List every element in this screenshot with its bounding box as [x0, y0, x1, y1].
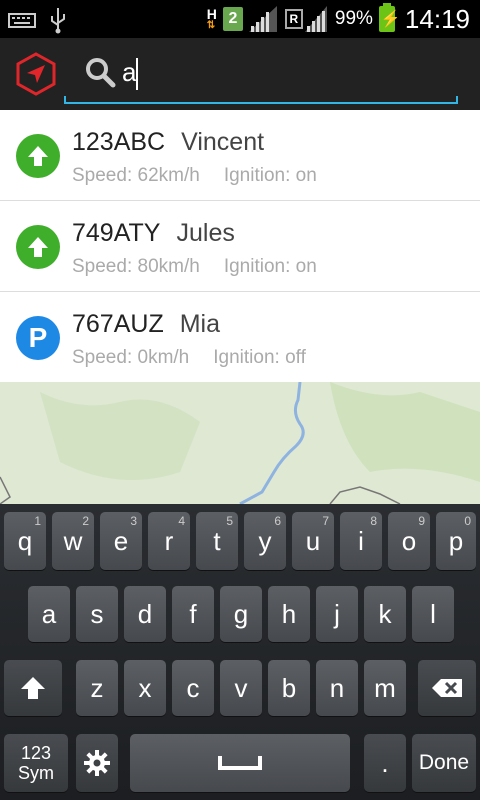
speed-text: Speed: 0km/h: [72, 347, 190, 368]
key-w[interactable]: 2w: [52, 512, 94, 570]
key-n[interactable]: n: [316, 660, 358, 716]
gear-icon: [84, 750, 110, 776]
app-bar: [0, 38, 480, 110]
key-i[interactable]: 8i: [340, 512, 382, 570]
roaming-badge: R: [284, 9, 303, 29]
key-m[interactable]: m: [364, 660, 406, 716]
arrow-up-icon: [16, 134, 60, 178]
list-item[interactable]: P 767AUZ Mia Speed: 0km/h Ignition: off: [0, 292, 480, 383]
ignition-text: Ignition: on: [223, 256, 317, 277]
key-f[interactable]: f: [172, 586, 214, 642]
map-terrain: [0, 382, 480, 504]
data-activity-icon: H ⇅: [206, 6, 217, 31]
done-key[interactable]: Done: [412, 734, 476, 792]
space-key[interactable]: [130, 734, 350, 792]
key-c[interactable]: c: [172, 660, 214, 716]
keyboard-icon: [8, 13, 36, 28]
signal-icon: [248, 6, 277, 32]
list-item[interactable]: 749ATY Jules Speed: 80km/h Ignition: on: [0, 201, 480, 292]
text-cursor: [136, 58, 138, 90]
usb-icon: [51, 8, 65, 34]
ignition-text: Ignition: on: [223, 165, 317, 186]
key-z[interactable]: z: [76, 660, 118, 716]
soft-keyboard: 1q 2w 3e 4r 5t 6y 7u 8i 9o 0p a s d f g …: [0, 504, 480, 800]
key-l[interactable]: l: [412, 586, 454, 642]
search-icon: [86, 58, 116, 88]
key-s[interactable]: s: [76, 586, 118, 642]
backspace-key[interactable]: [418, 660, 476, 716]
search-input[interactable]: [120, 54, 450, 90]
vehicle-title: 767AUZ Mia: [72, 310, 220, 339]
sim-slot-badge: 2: [222, 7, 243, 31]
status-bar-right: H ⇅ 2 R 99% ⚡ 14:19: [207, 0, 470, 38]
key-x[interactable]: x: [124, 660, 166, 716]
key-t[interactable]: 5t: [196, 512, 238, 570]
period-key[interactable]: .: [364, 734, 406, 792]
parking-label: P: [28, 322, 48, 353]
key-q[interactable]: 1q: [4, 512, 46, 570]
key-k[interactable]: k: [364, 586, 406, 642]
key-o[interactable]: 9o: [388, 512, 430, 570]
signal-icon-2: [304, 6, 327, 32]
battery-charging-icon: ⚡: [378, 3, 401, 32]
key-e[interactable]: 3e: [100, 512, 142, 570]
speed-text: Speed: 62km/h: [72, 165, 200, 186]
vehicle-result-list: 123ABC Vincent Speed: 62km/h Ignition: on …: [0, 110, 480, 383]
vehicle-details: Speed: 62km/h Ignition: on: [72, 165, 317, 187]
key-a[interactable]: a: [28, 586, 70, 642]
key-u[interactable]: 7u: [292, 512, 334, 570]
key-h[interactable]: h: [268, 586, 310, 642]
key-d[interactable]: d: [124, 586, 166, 642]
backspace-icon: [432, 679, 462, 697]
plate-number: 123ABC: [72, 128, 166, 156]
speed-text: Speed: 80km/h: [72, 256, 200, 277]
battery-percent: 99%: [334, 8, 373, 29]
shift-key[interactable]: [4, 660, 62, 716]
ignition-text: Ignition: off: [213, 347, 306, 368]
settings-key[interactable]: [76, 734, 118, 792]
plate-number: 749ATY: [72, 219, 161, 247]
status-bar-left: [8, 6, 68, 34]
key-g[interactable]: g: [220, 586, 262, 642]
symbols-key[interactable]: 123 Sym: [4, 734, 68, 792]
key-y[interactable]: 6y: [244, 512, 286, 570]
vehicle-details: Speed: 0km/h Ignition: off: [72, 347, 306, 369]
navigation-arrow-hexagon-logo[interactable]: [14, 52, 58, 96]
driver-name: Vincent: [181, 128, 265, 156]
driver-name: Jules: [176, 219, 235, 247]
key-b[interactable]: b: [268, 660, 310, 716]
key-j[interactable]: j: [316, 586, 358, 642]
key-v[interactable]: v: [220, 660, 262, 716]
map-view[interactable]: [0, 382, 480, 504]
space-icon: [218, 756, 262, 770]
list-item[interactable]: 123ABC Vincent Speed: 62km/h Ignition: on: [0, 110, 480, 201]
shift-icon: [21, 677, 45, 699]
key-r[interactable]: 4r: [148, 512, 190, 570]
clock: 14:19: [404, 3, 470, 34]
search-underline: [64, 96, 458, 104]
vehicle-details: Speed: 80km/h Ignition: on: [72, 256, 317, 278]
key-p[interactable]: 0p: [436, 512, 476, 570]
vehicle-title: 749ATY Jules: [72, 219, 235, 248]
arrow-up-icon: [16, 225, 60, 269]
driver-name: Mia: [179, 310, 221, 338]
status-bar: H ⇅ 2 R 99% ⚡ 14:19: [0, 0, 480, 38]
plate-number: 767AUZ: [72, 310, 164, 338]
parking-icon: P: [16, 316, 60, 360]
vehicle-title: 123ABC Vincent: [72, 128, 264, 157]
